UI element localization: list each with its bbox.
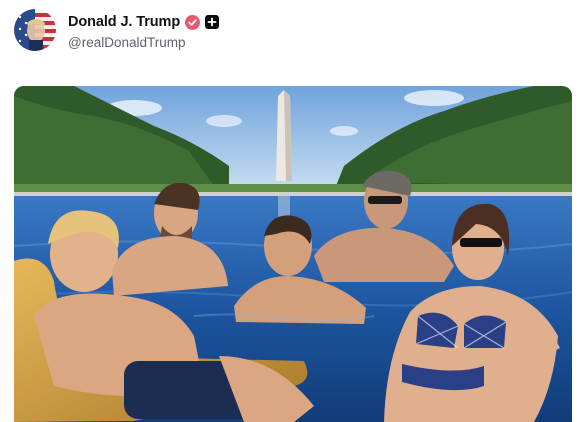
author-info: Donald J. Trump @realDonaldTrump xyxy=(68,13,220,50)
pool-photo-image xyxy=(14,86,572,422)
name-row: Donald J. Trump xyxy=(68,13,220,31)
verified-badge-icon xyxy=(185,14,201,30)
post-header: Donald J. Trump @realDonaldTrump xyxy=(14,9,220,53)
plus-icon[interactable] xyxy=(205,15,220,29)
author-handle[interactable]: @realDonaldTrump xyxy=(68,35,219,50)
flag-portrait-avatar-icon xyxy=(14,9,56,51)
author-display-name[interactable]: Donald J. Trump xyxy=(68,14,180,30)
author-avatar[interactable] xyxy=(14,9,56,51)
post-image[interactable] xyxy=(14,86,572,422)
